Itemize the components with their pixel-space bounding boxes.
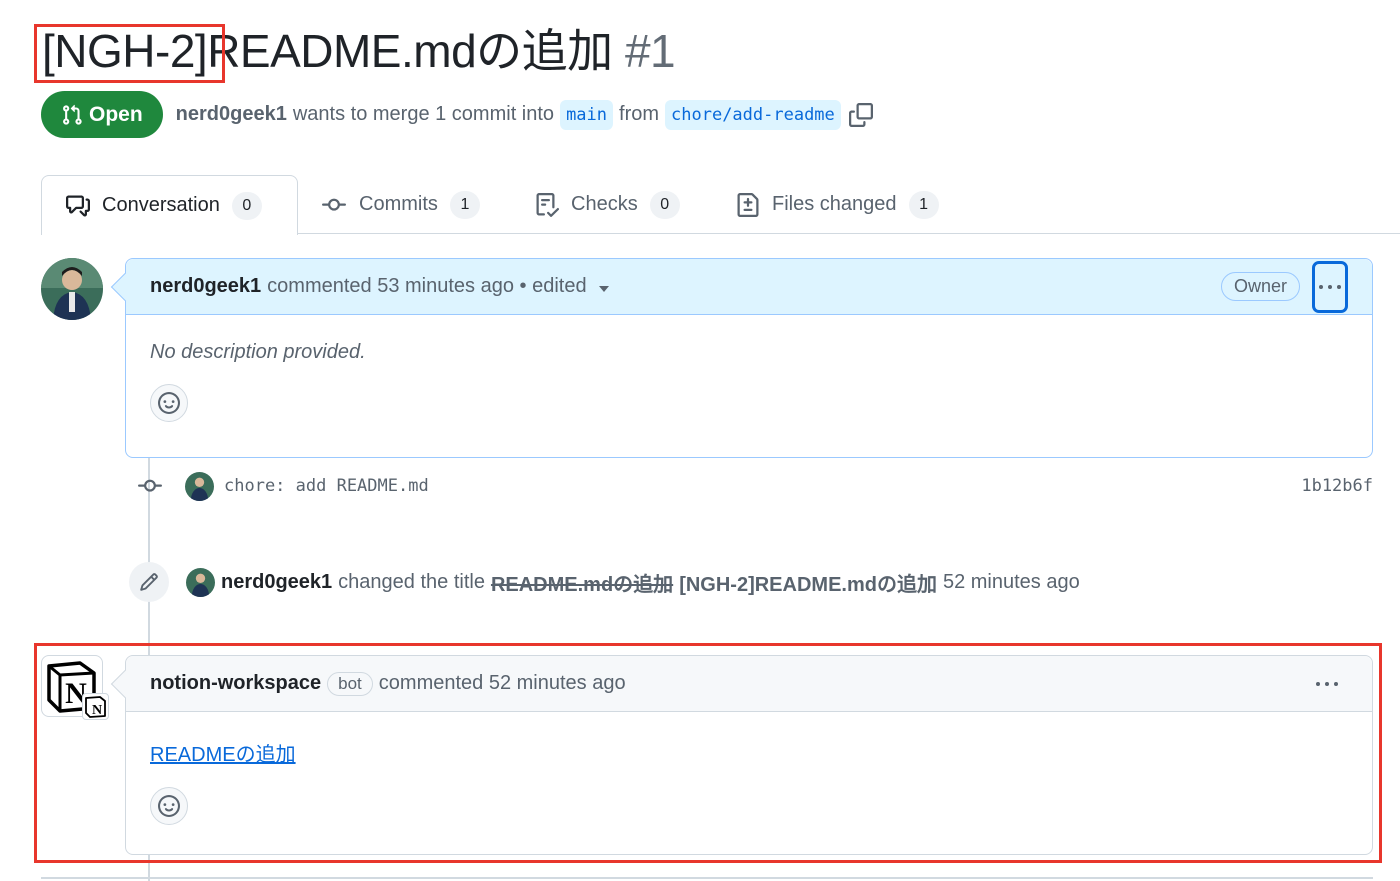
base-branch[interactable]: main <box>560 99 614 130</box>
merge-text: wants to merge 1 commit into <box>292 103 555 125</box>
bot-comment-highlight <box>34 643 1382 863</box>
tab-label: Commits <box>359 193 438 215</box>
rename-action: changed the title <box>338 570 485 593</box>
tab-counter: 1 <box>449 190 480 219</box>
head-branch[interactable]: chore/add-readme <box>665 99 841 130</box>
pr-author-link[interactable]: nerd0geek1 <box>176 103 287 126</box>
tab-checks[interactable]: Checks 0 <box>535 175 680 234</box>
tab-counter: 1 <box>908 190 939 219</box>
pr-number: #1 <box>624 25 676 77</box>
tab-conversation[interactable]: Conversation 0 <box>41 175 298 235</box>
rename-actor[interactable]: nerd0geek1 <box>221 571 332 594</box>
comment-header: nerd0geek1 commented 53 minutes ago • ed… <box>126 259 1372 315</box>
tab-label: Checks <box>571 193 638 215</box>
pr-description-comment: nerd0geek1 commented 53 minutes ago • ed… <box>110 258 1373 458</box>
commit-sha-link[interactable]: 1b12b6f <box>1301 476 1373 496</box>
pr-status-row: Open nerd0geek1 wants to merge 1 commit … <box>41 91 873 138</box>
git-commit-icon <box>137 474 163 498</box>
commit-event: chore: add README.md 1b12b6f <box>137 470 1373 502</box>
tab-counter: 0 <box>231 191 262 220</box>
copy-icon[interactable] <box>848 102 873 127</box>
comment-options-button[interactable] <box>1312 261 1348 313</box>
pencil-icon <box>129 562 169 602</box>
smiley-icon <box>158 392 180 414</box>
old-title: README.mdの追加 <box>490 573 674 596</box>
avatar[interactable] <box>185 471 214 501</box>
owner-badge: Owner <box>1220 272 1300 301</box>
rename-event: nerd0geek1 changed the title README.mdの追… <box>129 562 1080 602</box>
title-key-highlight <box>34 24 225 83</box>
comment-body: No description provided. <box>150 341 366 363</box>
tab-commits[interactable]: Commits 1 <box>321 175 480 234</box>
status-label: Open <box>89 102 143 126</box>
timeline-end-divider <box>41 877 1373 879</box>
new-title: [NGH-2]README.mdの追加 <box>679 573 937 596</box>
rename-time[interactable]: 52 minutes ago <box>943 571 1080 594</box>
avatar[interactable] <box>186 567 215 597</box>
chevron-down-icon[interactable] <box>598 285 609 292</box>
tab-files-changed[interactable]: Files changed 1 <box>736 175 939 234</box>
add-reaction-button[interactable] <box>150 384 188 422</box>
checklist-icon <box>535 192 559 217</box>
comment-discussion-icon <box>66 194 90 218</box>
avatar[interactable] <box>41 258 103 320</box>
file-diff-icon <box>736 192 760 217</box>
kebab-icon <box>1319 285 1341 289</box>
from-text: from <box>619 103 660 125</box>
tab-label: Conversation <box>102 194 220 216</box>
pr-title-text: README.mdの追加 <box>207 25 613 77</box>
comment-meta: commented 53 minutes ago • edited <box>267 275 587 297</box>
commit-message-link[interactable]: chore: add README.md <box>224 476 429 496</box>
status-badge: Open <box>41 91 163 138</box>
git-pull-request-icon <box>63 104 82 125</box>
comment-author[interactable]: nerd0geek1 <box>150 275 261 298</box>
tab-label: Files changed <box>772 193 897 215</box>
tab-counter: 0 <box>649 190 680 219</box>
git-commit-icon <box>321 193 347 217</box>
